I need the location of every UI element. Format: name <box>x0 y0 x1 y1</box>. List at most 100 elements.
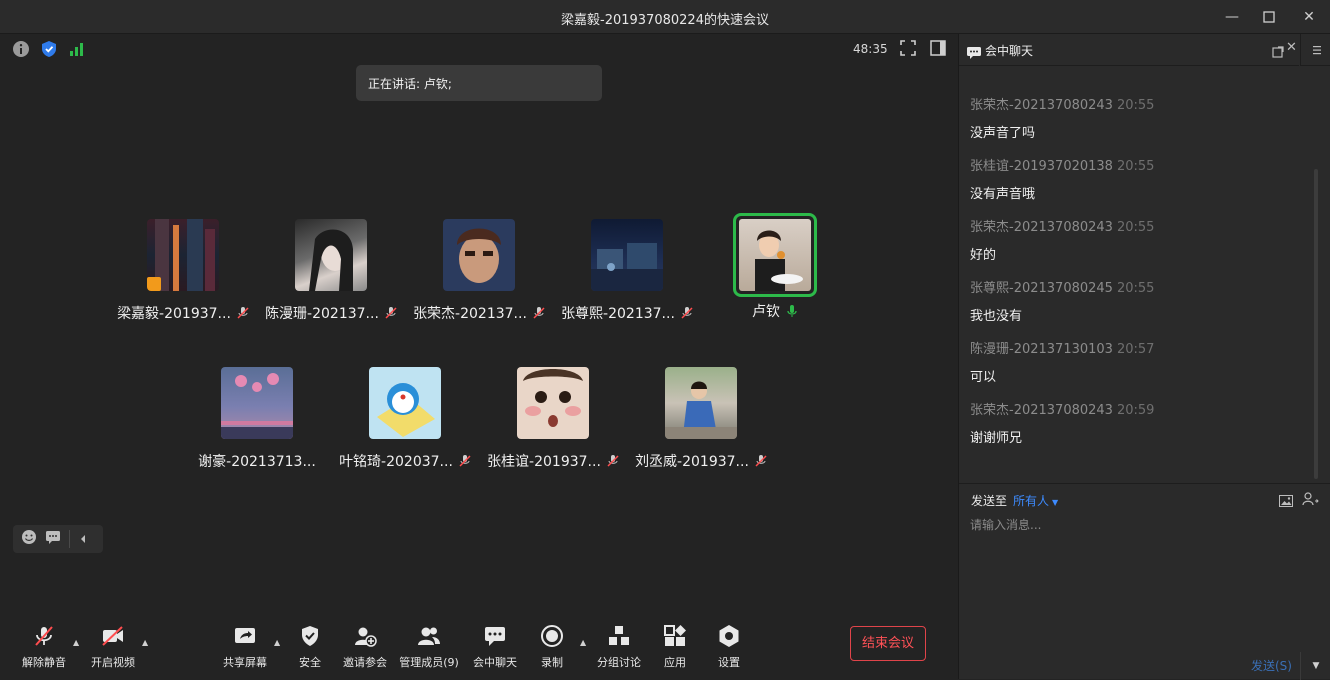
maximize-icon[interactable] <box>1257 6 1281 28</box>
participant-tile[interactable]: 陈漫珊-202137... <box>261 219 401 323</box>
popout-icon[interactable] <box>1272 43 1284 62</box>
video-options-caret[interactable]: ▲ <box>142 638 148 647</box>
participant-tile[interactable]: 梁嘉毅-201937... <box>113 219 253 323</box>
participant-tile[interactable]: 张尊熙-202137... <box>557 219 697 323</box>
apps-icon <box>663 624 687 648</box>
close-icon[interactable]: ✕ <box>1297 6 1321 28</box>
avatar <box>221 367 293 439</box>
minimize-icon[interactable]: — <box>1220 6 1244 28</box>
message-sender: 陈漫珊-202137130103 <box>970 342 1113 357</box>
chat-message-list: 张荣杰-202137080243 20:55 没声音了吗 张桂谊-20193702… <box>970 94 1290 460</box>
share-screen-icon <box>233 624 257 648</box>
fullscreen-icon[interactable] <box>900 40 916 60</box>
divider <box>69 530 70 548</box>
message-text: 没声音了吗 <box>970 126 1036 141</box>
avatar <box>591 219 663 291</box>
avatar <box>295 219 367 291</box>
unmute-button[interactable]: 解除静音 <box>9 624 79 670</box>
chat-message: 张荣杰-202137080243 20:59 谢谢师兄 <box>970 399 1290 460</box>
members-icon <box>417 624 441 648</box>
mic-off-icon <box>32 624 56 648</box>
signal-icon[interactable] <box>68 40 86 58</box>
manage-members-button[interactable]: 管理成员(9) <box>394 624 464 670</box>
chat-icon <box>483 624 507 648</box>
unmute-label: 解除静音 <box>22 656 66 669</box>
chat-side-menu[interactable] <box>1300 34 1330 66</box>
speaking-indicator: 正在讲话: 卢钦; <box>356 65 602 101</box>
settings-label: 设置 <box>718 656 740 669</box>
start-video-button[interactable]: 开启视频 <box>78 624 148 670</box>
mic-muted-icon <box>607 454 619 468</box>
window-title: 梁嘉毅-201937080224的快速会议 <box>561 13 769 28</box>
private-chat-icon[interactable] <box>1302 491 1320 510</box>
chat-panel: 会中聊天 ✕ 张荣杰-202137080243 20:55 没声音了吗 张桂谊-2… <box>958 34 1330 680</box>
participant-tile[interactable]: 张荣杰-202137... <box>409 219 549 323</box>
meeting-toolbar: 解除静音 ▲ 开启视频 ▲ 共享屏幕 ▲ 安全 邀请参会 管理成员(9) 会中聊… <box>0 614 958 679</box>
chat-label: 会中聊天 <box>473 656 517 669</box>
apps-label: 应用 <box>664 656 686 669</box>
chat-message: 张桂谊-201937020138 20:55 没有声音哦 <box>970 155 1290 216</box>
shield-icon[interactable] <box>40 40 58 58</box>
chat-message: 陈漫珊-202137130103 20:57 可以 <box>970 338 1290 399</box>
layout-icon[interactable] <box>930 40 946 60</box>
dropdown-caret-icon: ▼ <box>1052 498 1059 507</box>
emoji-icon[interactable] <box>21 529 37 549</box>
share-screen-button[interactable]: 共享屏幕 <box>210 624 280 670</box>
send-to-selector[interactable]: 发送至 所有人 ▼ <box>971 492 1058 509</box>
mic-active-icon <box>786 304 798 318</box>
avatar <box>733 213 817 297</box>
start-video-label: 开启视频 <box>91 656 135 669</box>
send-to-label: 发送至 <box>971 494 1008 508</box>
mic-muted-icon <box>533 306 545 320</box>
chat-close-icon[interactable]: ✕ <box>1286 40 1297 55</box>
record-button[interactable]: 录制 <box>517 624 587 670</box>
invite-label: 邀请参会 <box>343 656 387 669</box>
end-meeting-button[interactable]: 结束会议 <box>850 626 926 661</box>
chat-scrollbar[interactable] <box>1314 169 1318 479</box>
breakout-icon <box>607 624 631 648</box>
participant-name: 刘丞威-201937... <box>635 454 749 470</box>
invite-button[interactable]: 邀请参会 <box>330 624 400 670</box>
participant-name: 谢豪-20213713... <box>198 454 316 470</box>
mic-muted-icon <box>459 454 471 468</box>
participant-name: 卢钦 <box>752 304 780 320</box>
send-options-caret[interactable]: ▼ <box>1300 652 1330 680</box>
collapse-left-icon[interactable] <box>78 530 88 549</box>
participant-name: 梁嘉毅-201937... <box>117 306 231 322</box>
send-to-target[interactable]: 所有人 <box>1013 494 1049 508</box>
menu-icon <box>1313 46 1321 55</box>
participant-name: 张桂谊-201937... <box>487 454 601 470</box>
security-label: 安全 <box>299 656 321 669</box>
avatar <box>443 219 515 291</box>
participant-tile[interactable]: 叶铭琦-202037... <box>335 367 475 471</box>
image-icon[interactable] <box>1279 492 1293 511</box>
mic-muted-icon <box>385 306 397 320</box>
record-icon <box>540 624 564 648</box>
participant-tile-active-speaker[interactable]: 卢钦 <box>705 213 845 321</box>
participant-tile[interactable]: 张桂谊-201937... <box>483 367 623 471</box>
record-label: 录制 <box>541 656 563 669</box>
breakout-label: 分组讨论 <box>597 656 641 669</box>
message-text: 好的 <box>970 248 997 263</box>
mic-muted-icon <box>755 454 767 468</box>
security-shield-icon <box>298 624 322 648</box>
message-time: 20:55 <box>1116 159 1155 174</box>
settings-button[interactable]: 设置 <box>694 624 764 670</box>
participant-tile[interactable]: 刘丞威-201937... <box>631 367 771 471</box>
chat-compose: 发送至 所有人 ▼ 请输入消息... 发送(S) ▼ <box>959 483 1330 680</box>
chat-header: 会中聊天 ✕ <box>959 34 1299 66</box>
chat-input[interactable]: 请输入消息... <box>970 516 1041 533</box>
video-off-icon <box>101 624 125 648</box>
info-icon[interactable] <box>12 40 30 58</box>
participant-name: 叶铭琦-202037... <box>339 454 453 470</box>
share-screen-label: 共享屏幕 <box>223 656 267 669</box>
participant-tile[interactable]: 谢豪-20213713... <box>187 367 327 471</box>
chat-message: 张荣杰-202137080243 20:55 没声音了吗 <box>970 94 1290 155</box>
reaction-bar <box>13 525 103 553</box>
message-time: 20:55 <box>1116 220 1155 235</box>
chat-message: 张尊熙-202137080245 20:55 我也没有 <box>970 277 1290 338</box>
send-button[interactable]: 发送(S) <box>1251 657 1292 674</box>
message-time: 20:55 <box>1116 98 1155 113</box>
avatar <box>369 367 441 439</box>
chat-bubble-icon[interactable] <box>45 529 61 549</box>
